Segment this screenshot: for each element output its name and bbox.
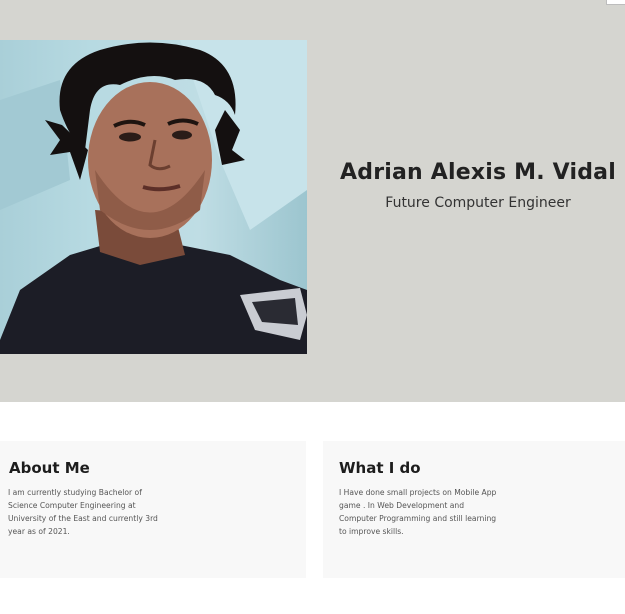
what-i-do-card: What I do I Have done small projects on … bbox=[323, 441, 625, 578]
about-me-card: About Me I am currently studying Bachelo… bbox=[0, 441, 306, 578]
hero-section: Adrian Alexis M. Vidal Future Computer E… bbox=[0, 0, 625, 402]
what-i-do-text: I Have done small projects on Mobile App… bbox=[339, 488, 497, 536]
hero-text: Adrian Alexis M. Vidal Future Computer E… bbox=[340, 160, 616, 211]
profile-photo bbox=[0, 40, 307, 354]
about-me-text: I am currently studying Bachelor of Scie… bbox=[8, 488, 158, 536]
what-i-do-title: What I do bbox=[339, 459, 421, 477]
profile-name: Adrian Alexis M. Vidal bbox=[340, 160, 616, 185]
about-me-title: About Me bbox=[9, 459, 90, 477]
profile-role: Future Computer Engineer bbox=[385, 195, 571, 211]
corner-tab bbox=[606, 0, 625, 5]
portrait-illustration bbox=[0, 40, 307, 354]
